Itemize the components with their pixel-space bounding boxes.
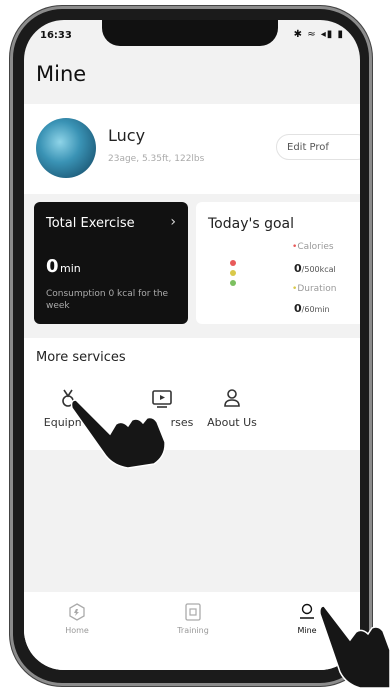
yellow-dot-icon (230, 270, 236, 276)
chevron-right-icon[interactable]: › (170, 214, 176, 230)
exercise-value: 0 (46, 256, 59, 277)
duration-value-number: 0 (294, 302, 302, 315)
duration-label-text: Duration (297, 284, 337, 294)
phone-notch (102, 20, 278, 46)
nav-training-label: Training (177, 626, 209, 635)
edit-profile-button[interactable]: Edit Prof (276, 134, 360, 160)
calories-value-number: 0 (294, 262, 302, 275)
page-title: Mine (36, 62, 87, 86)
service-about-us-label: About Us (207, 416, 257, 429)
calories-label: •Calories (292, 242, 334, 252)
exercise-note: Consumption 0 kcal for the week (46, 289, 169, 311)
user-name: Lucy (108, 126, 146, 145)
duration-label: •Duration (292, 284, 337, 294)
calories-value: 0/500kcal (294, 262, 336, 275)
duration-value: 0/60min (294, 302, 330, 315)
calories-label-text: Calories (297, 242, 334, 252)
green-dot-icon (230, 280, 236, 286)
calories-unit: /500kcal (301, 265, 336, 274)
nav-home-label: Home (65, 626, 89, 635)
nav-mine-label: Mine (297, 626, 317, 635)
exercise-title: Total Exercise (46, 216, 135, 231)
bottom-nav: Home Training Mine (24, 592, 360, 670)
duration-unit: /60min (301, 305, 330, 314)
nav-home[interactable]: Home (42, 602, 112, 635)
pointing-hand-icon-bottom (320, 605, 391, 689)
profile-card[interactable]: Lucy 23age, 5.35ft, 122lbs Edit Prof (24, 104, 360, 194)
pointing-hand-icon (70, 399, 166, 469)
about-us-icon (224, 389, 240, 407)
status-icons: ✱ ≈ ◂▮ ▮ (293, 29, 344, 40)
avatar[interactable] (36, 118, 96, 178)
goal-status-dots (230, 260, 236, 290)
services-title: More services (36, 350, 126, 365)
exercise-unit: min (60, 262, 81, 275)
app-screen: 16:33 ✱ ≈ ◂▮ ▮ Mine Lucy 23age, 5.35ft, … (24, 20, 360, 670)
red-dot-icon (230, 260, 236, 266)
user-stats: 23age, 5.35ft, 122lbs (108, 154, 205, 164)
service-about-us[interactable]: About Us (190, 386, 274, 429)
status-time: 16:33 (40, 30, 72, 41)
training-icon (185, 603, 201, 621)
nav-training[interactable]: Training (158, 602, 228, 635)
mine-icon (300, 603, 314, 619)
todays-goal-card[interactable]: Today's goal •Calories 0/500kcal •Durati… (196, 202, 360, 324)
total-exercise-card[interactable]: Total Exercise › 0 min Consumption 0 kca… (34, 202, 188, 324)
home-icon (69, 603, 85, 621)
goal-title: Today's goal (208, 216, 295, 232)
